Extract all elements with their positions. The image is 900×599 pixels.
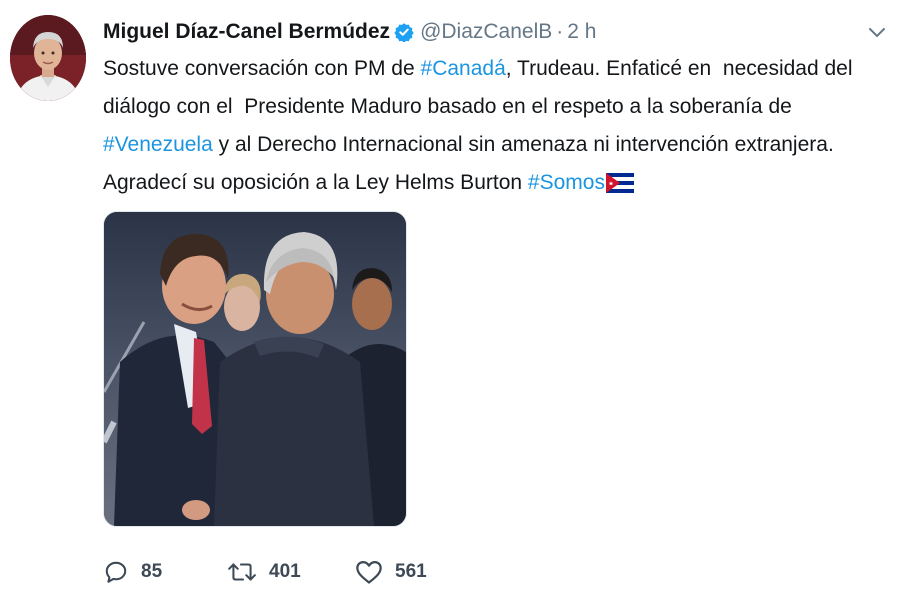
timestamp[interactable]: 2 h: [567, 20, 596, 44]
tweet-photo[interactable]: [103, 211, 407, 527]
retweet-count: 401: [269, 561, 301, 582]
tweet-text: Sostuve conversación con PM de #Canadá, …: [103, 50, 873, 206]
reply-icon: [105, 561, 127, 583]
tweet-actions: 85 401 561: [103, 557, 427, 587]
cuba-flag-icon: [605, 168, 634, 206]
verified-badge-icon: [394, 22, 414, 42]
reply-count: 85: [141, 561, 163, 582]
chevron-down-icon[interactable]: [864, 22, 890, 44]
heart-icon: [356, 560, 382, 584]
hashtag-venezuela[interactable]: #Venezuela: [103, 133, 213, 156]
tweet-card: Miguel Díaz-Canel Bermúdez @DiazCanelB ·…: [0, 0, 900, 599]
handle[interactable]: @DiazCanelB: [420, 20, 552, 44]
hashtag-canada[interactable]: #Canadá: [421, 57, 506, 80]
like-count: 561: [395, 561, 427, 582]
text-segment: y al Derecho Internacional sin amenaza n…: [103, 133, 834, 194]
retweet-button[interactable]: 401: [227, 559, 355, 585]
like-button[interactable]: 561: [355, 559, 427, 585]
text-segment: Sostuve conversación con PM de: [103, 57, 421, 80]
display-name[interactable]: Miguel Díaz-Canel Bermúdez: [103, 20, 390, 44]
tweet-header: Miguel Díaz-Canel Bermúdez @DiazCanelB ·…: [103, 18, 596, 46]
retweet-icon: [228, 563, 256, 581]
separator: ·: [556, 20, 564, 43]
reply-button[interactable]: 85: [103, 559, 227, 585]
hashtag-somos[interactable]: #Somos: [528, 171, 605, 194]
avatar[interactable]: [10, 15, 86, 101]
